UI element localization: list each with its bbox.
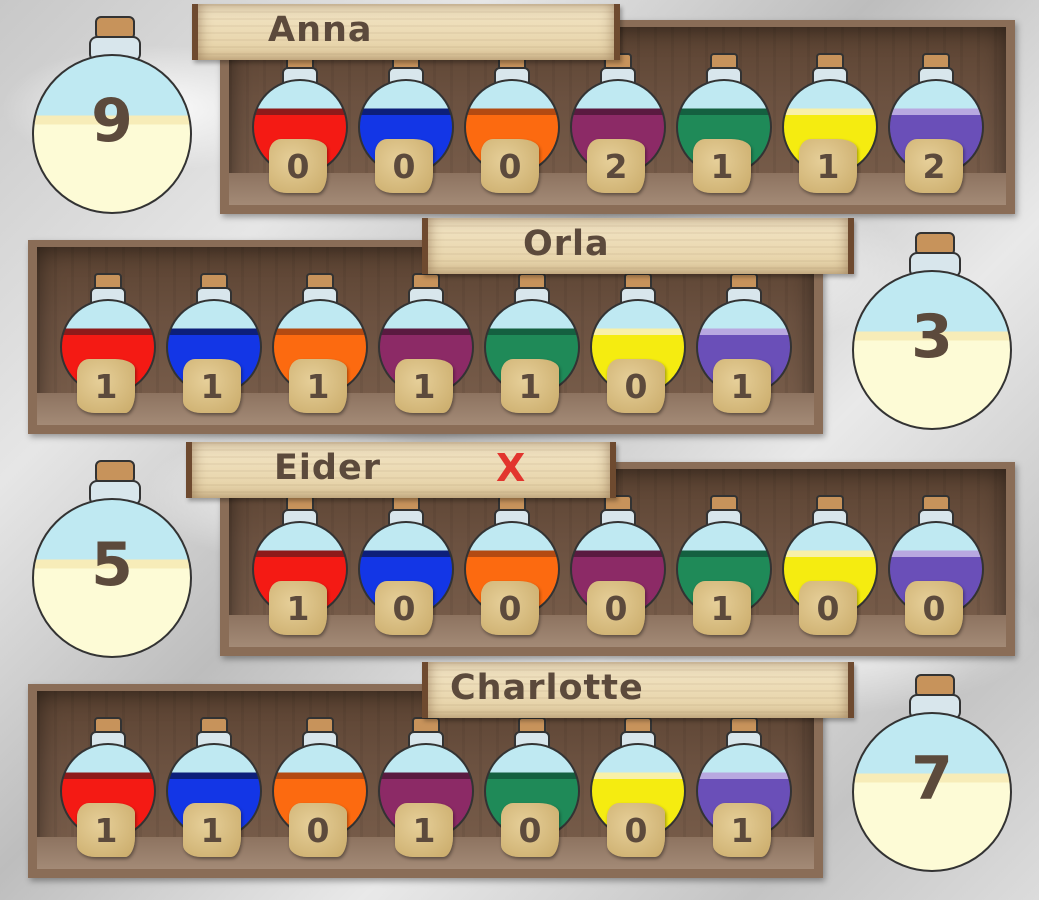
potion-count-tag: 0 (587, 581, 645, 635)
potion-bottle: 1 (377, 717, 474, 867)
potion-count-tag: 1 (77, 359, 135, 413)
potion-bottle: 0 (483, 717, 580, 867)
potion-count-tag: 1 (395, 803, 453, 857)
potion-bottle: 1 (251, 495, 348, 645)
potion-count-tag: 0 (481, 581, 539, 635)
potion-bottle: 2 (569, 53, 666, 203)
potion-bottle: 1 (675, 495, 772, 645)
player-nameplate: Orla (422, 218, 854, 274)
potion-count-tag: 2 (587, 139, 645, 193)
potion-count-tag: 1 (799, 139, 857, 193)
potion-count-tag: 1 (693, 139, 751, 193)
potion-bottle: 0 (271, 717, 368, 867)
potion-bottle: 0 (569, 495, 666, 645)
potion-count-tag: 0 (607, 803, 665, 857)
potion-bottle: 1 (59, 273, 156, 423)
potion-count-tag: 1 (395, 359, 453, 413)
score-flask-charlotte: 7 (852, 674, 1014, 874)
potion-bottle: 1 (695, 717, 792, 867)
potion-bottle: 1 (59, 717, 156, 867)
potion-bottle: 1 (695, 273, 792, 423)
potion-bottle: 0 (781, 495, 878, 645)
x-mark-icon: X (496, 446, 526, 490)
potion-bottle: 0 (463, 495, 560, 645)
potion-count-tag: 0 (481, 139, 539, 193)
score-flask-orla: 3 (852, 232, 1014, 432)
potion-count-tag: 0 (289, 803, 347, 857)
potion-count-tag: 1 (713, 803, 771, 857)
score-flask-anna: 9 (32, 16, 194, 216)
player-score: 9 (91, 86, 133, 156)
potion-bottle: 0 (357, 495, 454, 645)
potion-row: 1111101 (59, 273, 792, 423)
potion-row: 1101001 (59, 717, 792, 867)
potion-bottle: 1 (377, 273, 474, 423)
potion-bottle: 1 (165, 273, 262, 423)
potion-row: 1000100 (251, 495, 984, 645)
potion-count-tag: 1 (183, 803, 241, 857)
potion-count-tag: 0 (269, 139, 327, 193)
player-score: 5 (91, 530, 133, 600)
potion-count-tag: 1 (501, 359, 559, 413)
potion-row: 0002112 (251, 53, 984, 203)
player-score: 7 (911, 744, 953, 814)
potion-count-tag: 0 (375, 139, 433, 193)
potion-count-tag: 1 (183, 359, 241, 413)
potion-bottle: 0 (589, 273, 686, 423)
potion-bottle: 1 (675, 53, 772, 203)
player-nameplate: Anna (192, 4, 620, 60)
potion-bottle: 0 (357, 53, 454, 203)
player-nameplate: Charlotte (422, 662, 854, 718)
potion-bottle: 1 (271, 273, 368, 423)
potion-count-tag: 0 (799, 581, 857, 635)
player-name: Orla (523, 224, 610, 264)
player-name: Charlotte (450, 668, 644, 708)
player-name: Eider (274, 448, 381, 488)
potion-bottle: 0 (887, 495, 984, 645)
player-score: 3 (911, 302, 953, 372)
potion-bottle: 0 (589, 717, 686, 867)
score-flask-eider: 5 (32, 460, 194, 660)
potion-bottle: 2 (887, 53, 984, 203)
potion-bottle: 0 (251, 53, 348, 203)
potion-bottle: 0 (463, 53, 560, 203)
potion-count-tag: 1 (269, 581, 327, 635)
player-nameplate: Eider X (186, 442, 616, 498)
player-name: Anna (268, 10, 373, 50)
potion-count-tag: 1 (693, 581, 751, 635)
potion-count-tag: 1 (289, 359, 347, 413)
potion-count-tag: 0 (375, 581, 433, 635)
potion-count-tag: 0 (501, 803, 559, 857)
potion-bottle: 1 (165, 717, 262, 867)
potion-bottle: 1 (483, 273, 580, 423)
potion-count-tag: 0 (905, 581, 963, 635)
potion-count-tag: 2 (905, 139, 963, 193)
potion-count-tag: 1 (77, 803, 135, 857)
potion-bottle: 1 (781, 53, 878, 203)
potion-count-tag: 0 (607, 359, 665, 413)
potion-count-tag: 1 (713, 359, 771, 413)
